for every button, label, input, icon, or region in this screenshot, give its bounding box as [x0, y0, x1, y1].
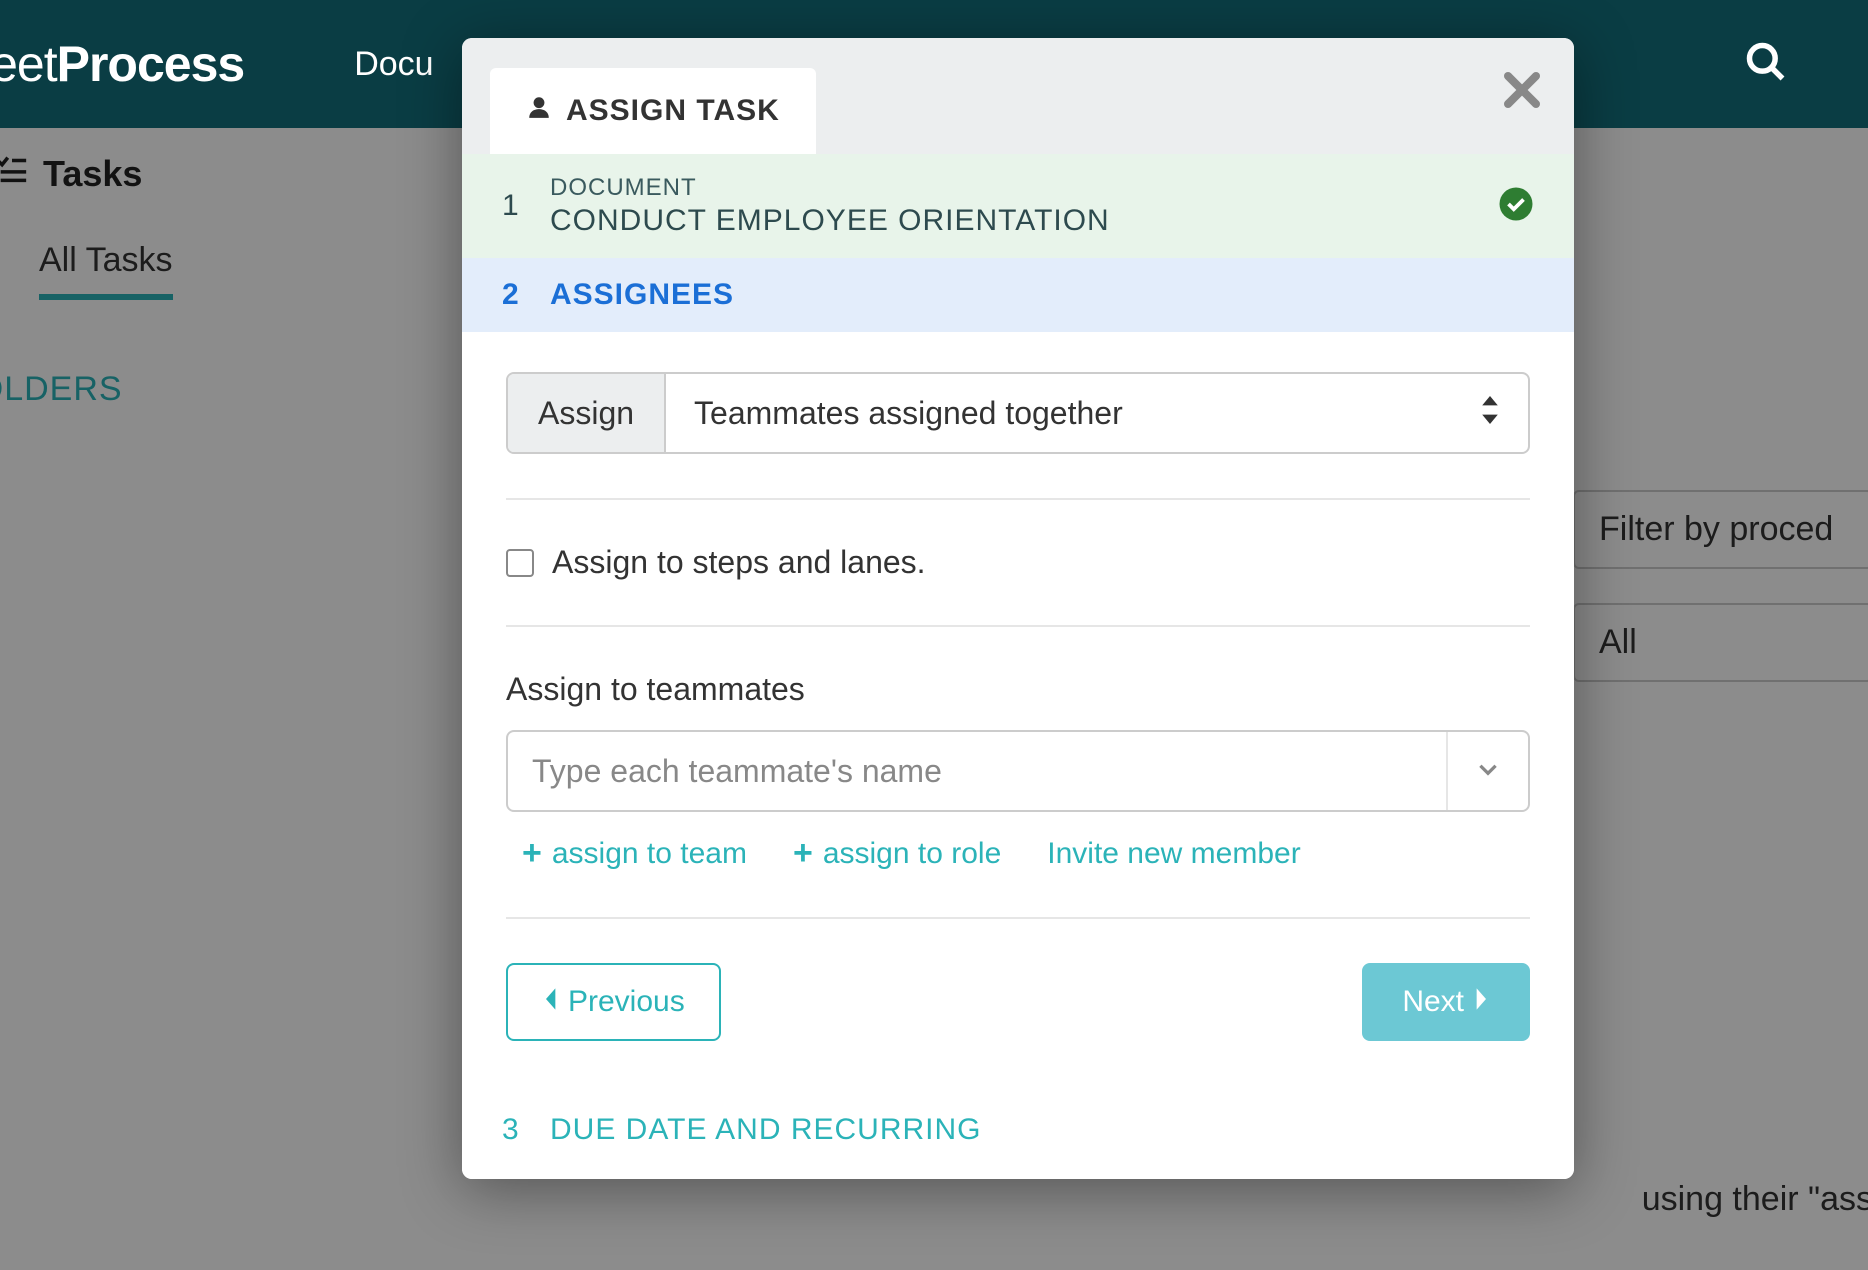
wizard-nav: Previous Next	[506, 963, 1530, 1041]
next-label: Next	[1402, 985, 1464, 1019]
plus-icon: +	[793, 834, 813, 873]
chevron-down-icon	[1475, 756, 1501, 787]
previous-button[interactable]: Previous	[506, 963, 721, 1041]
modal-tab-label: ASSIGN TASK	[566, 94, 780, 128]
next-button[interactable]: Next	[1362, 963, 1530, 1041]
modal-header: ASSIGN TASK	[462, 38, 1574, 154]
person-icon	[526, 94, 552, 128]
assign-mode-value: Teammates assigned together	[694, 395, 1123, 432]
assign-to-team-link[interactable]: + assign to team	[522, 834, 747, 873]
assign-mode-group: Assign Teammates assigned together	[506, 372, 1530, 454]
assign-steps-lanes-row[interactable]: Assign to steps and lanes.	[506, 544, 1530, 581]
step-3-due-date[interactable]: 3 DUE DATE AND RECURRING	[462, 1081, 1574, 1179]
assign-to-role-link[interactable]: + assign to role	[793, 834, 1001, 873]
assign-mode-select[interactable]: Teammates assigned together	[666, 374, 1528, 452]
step-1-number: 1	[502, 189, 550, 223]
assign-label: Assign	[508, 374, 666, 452]
plus-icon: +	[522, 834, 542, 873]
step-2-title: ASSIGNEES	[550, 278, 734, 312]
modal-tab-assign-task: ASSIGN TASK	[490, 68, 816, 154]
divider	[506, 917, 1530, 919]
search-icon[interactable]	[1744, 40, 1788, 89]
teammate-dropdown-toggle[interactable]	[1446, 732, 1528, 810]
assign-links: + assign to team + assign to role Invite…	[506, 834, 1530, 873]
invite-member-link[interactable]: Invite new member	[1047, 834, 1300, 873]
teammate-input[interactable]: Type each teammate's name	[506, 730, 1530, 812]
step-1-title: CONDUCT EMPLOYEE ORIENTATION	[550, 204, 1110, 238]
step-3-title: DUE DATE AND RECURRING	[550, 1113, 981, 1147]
step-2-number: 2	[502, 278, 550, 312]
assign-teammates-label: Assign to teammates	[506, 671, 1530, 708]
step-1-eyebrow: DOCUMENT	[550, 174, 1110, 202]
logo-left: weet	[0, 36, 57, 92]
step-1-document[interactable]: 1 DOCUMENT CONDUCT EMPLOYEE ORIENTATION	[462, 154, 1574, 258]
teammate-placeholder: Type each teammate's name	[532, 753, 942, 790]
divider	[506, 625, 1530, 627]
logo-right: Process	[57, 36, 245, 92]
step-3-number: 3	[502, 1113, 550, 1147]
chevron-right-icon	[1474, 985, 1490, 1019]
close-button[interactable]	[1498, 66, 1546, 119]
invite-member-label: Invite new member	[1047, 837, 1300, 871]
logo: weetProcess	[0, 35, 244, 93]
step-1-labels: DOCUMENT CONDUCT EMPLOYEE ORIENTATION	[550, 174, 1110, 238]
step-2-assignees: 2 ASSIGNEES	[462, 258, 1574, 332]
previous-label: Previous	[568, 985, 685, 1019]
assign-steps-lanes-label: Assign to steps and lanes.	[552, 544, 926, 581]
divider	[506, 498, 1530, 500]
assign-steps-lanes-checkbox[interactable]	[506, 549, 534, 577]
assign-task-modal: ASSIGN TASK 1 DOCUMENT CONDUCT EMPLOYEE …	[462, 38, 1574, 1179]
modal-body: Assign Teammates assigned together Assig…	[462, 332, 1574, 1041]
assign-to-role-label: assign to role	[823, 837, 1001, 871]
sort-icon	[1480, 395, 1500, 432]
check-icon	[1498, 186, 1534, 227]
assign-to-team-label: assign to team	[552, 837, 747, 871]
chevron-left-icon	[542, 985, 558, 1019]
nav-documents[interactable]: Docu	[354, 45, 433, 84]
